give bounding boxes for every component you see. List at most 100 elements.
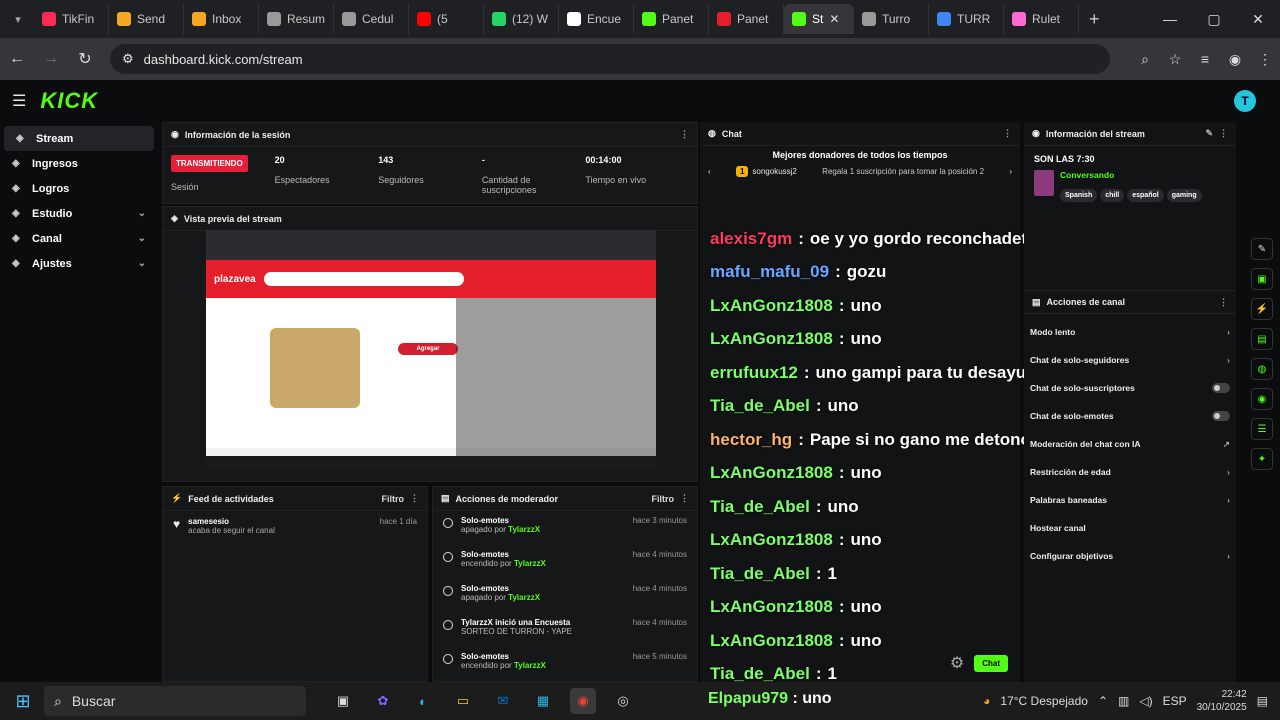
chat-username[interactable]: errufuux12: [710, 363, 798, 383]
wrench-icon[interactable]: ✦: [1251, 448, 1273, 470]
weather-text[interactable]: 17°C Despejado: [1000, 694, 1088, 708]
doc-icon[interactable]: ▤: [1251, 328, 1273, 350]
stream-tag[interactable]: chill: [1100, 189, 1125, 202]
file-explorer-icon[interactable]: ▭: [450, 688, 476, 714]
browser-tab[interactable]: (5: [409, 4, 484, 34]
toggle-switch[interactable]: [1212, 383, 1230, 393]
windows-start-icon[interactable]: ⊞: [10, 688, 36, 714]
profile-icon[interactable]: ◉: [1220, 44, 1250, 74]
feed-user[interactable]: samesesio: [188, 517, 229, 526]
browser-tab[interactable]: Resum: [259, 4, 334, 34]
kick-logo[interactable]: KICK: [40, 88, 98, 114]
feed-filter[interactable]: Filtro: [382, 494, 405, 504]
mod-filter[interactable]: Filtro: [652, 494, 675, 504]
chat-username[interactable]: LxAnGonz1808: [710, 329, 833, 349]
chat-username[interactable]: LxAnGonz1808: [710, 597, 833, 617]
screen-icon[interactable]: ▣: [1251, 268, 1273, 290]
browser-tab[interactable]: Turro: [854, 4, 929, 34]
site-info-icon[interactable]: ⚙: [122, 51, 134, 67]
mod-action-user[interactable]: TylarzzX: [514, 661, 546, 670]
store-icon[interactable]: ▦: [530, 688, 556, 714]
chat-username[interactable]: alexis7gm: [710, 229, 792, 249]
more-icon[interactable]: ⋮: [680, 493, 689, 504]
maximize-icon[interactable]: ▢: [1192, 0, 1236, 38]
more-icon[interactable]: ⋮: [410, 493, 419, 504]
chat-input-row[interactable]: ⚙ Chat: [708, 650, 1008, 676]
browser-tab[interactable]: Cedul: [334, 4, 409, 34]
channel-action-3[interactable]: Chat de solo-emotes: [1024, 402, 1236, 430]
outlook-icon[interactable]: ✉: [490, 688, 516, 714]
more-icon[interactable]: ⋮: [680, 129, 689, 140]
chat-username[interactable]: Tia_de_Abel: [710, 396, 810, 416]
broadcast-icon[interactable]: ◉: [1251, 388, 1273, 410]
stream-preview[interactable]: plazavea Agregar: [206, 230, 656, 470]
zoom-icon[interactable]: ⌕: [1130, 44, 1160, 74]
channel-action-7[interactable]: Hostear canal: [1024, 514, 1236, 542]
bookmark-star-icon[interactable]: ☆: [1160, 44, 1190, 74]
notifications-icon[interactable]: ▤: [1257, 694, 1268, 708]
chat-username[interactable]: LxAnGonz1808: [710, 463, 833, 483]
prev-arrow-icon[interactable]: ‹: [708, 167, 711, 176]
chat-username[interactable]: mafu_mafu_09: [710, 262, 829, 282]
browser-tab[interactable]: (12) W: [484, 4, 559, 34]
channel-action-8[interactable]: Configurar objetivos ›: [1024, 542, 1236, 570]
chat-username[interactable]: Tia_de_Abel: [710, 497, 810, 517]
browser-tab[interactable]: TURR: [929, 4, 1004, 34]
mod-action-user[interactable]: TylarzzX: [508, 593, 540, 602]
task-view-icon[interactable]: ▣: [330, 688, 356, 714]
tab-search-icon[interactable]: ▾: [8, 9, 28, 29]
sidebar-item-canal[interactable]: ◈ Canal ⌄: [0, 226, 158, 251]
forward-icon[interactable]: →: [34, 42, 68, 76]
channel-action-2[interactable]: Chat de solo-suscriptores: [1024, 374, 1236, 402]
steam-icon[interactable]: ◎: [610, 688, 636, 714]
sidebar-item-logros[interactable]: ◈ Logros: [0, 176, 158, 201]
more-icon[interactable]: ⋮: [1003, 128, 1012, 139]
channel-action-5[interactable]: Restricción de edad ›: [1024, 458, 1236, 486]
taskbar-search[interactable]: ⌕ Buscar: [44, 686, 306, 716]
stream-tag[interactable]: español: [1127, 189, 1164, 202]
copilot-icon[interactable]: ✿: [370, 688, 396, 714]
channel-action-6[interactable]: Palabras baneadas ›: [1024, 486, 1236, 514]
chat-bubble-icon[interactable]: ◍: [1251, 358, 1273, 380]
tab-close-icon[interactable]: ✕: [829, 12, 839, 26]
sidebar-item-ajustes[interactable]: ◈ Ajustes ⌄: [0, 251, 158, 276]
toggle-switch[interactable]: [1212, 411, 1230, 421]
more-icon[interactable]: ⋮: [1219, 297, 1228, 308]
next-arrow-icon[interactable]: ›: [1009, 167, 1012, 176]
reload-icon[interactable]: ↻: [68, 42, 102, 76]
clock[interactable]: 22:42 30/10/2025: [1197, 688, 1247, 714]
browser-tab[interactable]: Send: [109, 4, 184, 34]
browser-tab[interactable]: Panet: [709, 4, 784, 34]
browser-tab[interactable]: Rulet: [1004, 4, 1079, 34]
minimize-icon[interactable]: —: [1148, 0, 1192, 38]
browser-tab[interactable]: Inbox: [184, 4, 259, 34]
edge-icon[interactable]: ◐: [410, 688, 436, 714]
stream-tag[interactable]: gaming: [1166, 189, 1202, 202]
chat-username[interactable]: hector_hg: [710, 430, 792, 450]
lightning-icon[interactable]: ⚡: [1251, 298, 1273, 320]
sidebar-item-stream[interactable]: ◈ Stream: [4, 126, 154, 151]
edit-pencil-icon[interactable]: ✎: [1205, 128, 1213, 139]
more-icon[interactable]: ⋮: [1219, 128, 1228, 139]
network-icon[interactable]: ▥: [1118, 694, 1129, 708]
menu-icon[interactable]: ⋮: [1250, 44, 1280, 74]
mod-action-user[interactable]: TylarzzX: [514, 559, 546, 568]
hamburger-icon[interactable]: ☰: [12, 91, 26, 111]
layers-icon[interactable]: ☰: [1251, 418, 1273, 440]
channel-action-0[interactable]: Modo lento ›: [1024, 318, 1236, 346]
chat-username[interactable]: Tia_de_Abel: [710, 564, 810, 584]
stream-tag[interactable]: Spanish: [1060, 189, 1098, 202]
chat-username[interactable]: LxAnGonz1808: [710, 530, 833, 550]
chrome-icon[interactable]: ◉: [570, 688, 596, 714]
volume-icon[interactable]: ◁): [1139, 694, 1152, 708]
sidebar-item-estudio[interactable]: ◈ Estudio ⌄: [0, 201, 158, 226]
chat-username[interactable]: LxAnGonz1808: [710, 296, 833, 316]
chat-username[interactable]: LxAnGonz1808: [710, 631, 833, 651]
browser-tab[interactable]: Panet: [634, 4, 709, 34]
tray-chevron-icon[interactable]: ⌃: [1098, 694, 1108, 708]
mod-action-user[interactable]: TylarzzX: [508, 525, 540, 534]
settings-icon[interactable]: ⚙: [950, 653, 964, 673]
browser-tab[interactable]: TikFin: [34, 4, 109, 34]
channel-action-1[interactable]: Chat de solo-seguidores ›: [1024, 346, 1236, 374]
url-input[interactable]: ⚙ dashboard.kick.com/stream: [110, 44, 1110, 74]
